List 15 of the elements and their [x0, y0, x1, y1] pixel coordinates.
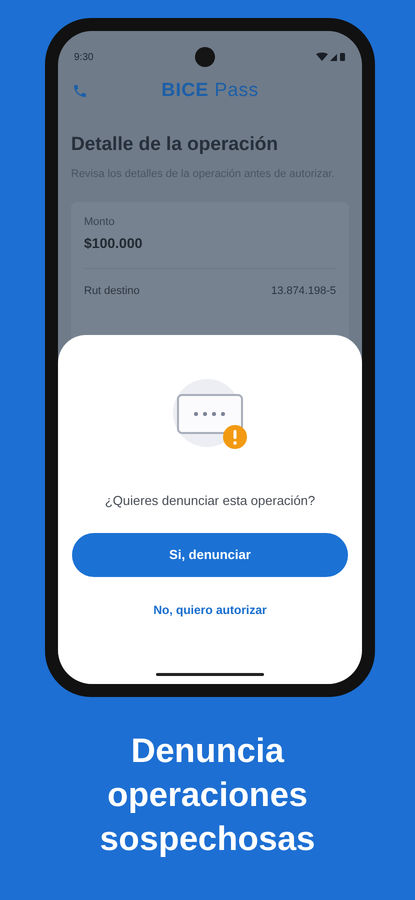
- row-label: Rut destino: [84, 284, 140, 299]
- status-time: 9:30: [74, 50, 94, 64]
- promo-headline: Denuncia operaciones sospechosas: [98, 731, 316, 860]
- amount-value: $100.000: [84, 234, 144, 253]
- warning-card-icon: [172, 379, 248, 451]
- question-text: ¿Quieres denunciar esta operación?: [104, 492, 316, 510]
- amount-label: Monto: [84, 214, 116, 230]
- authorize-link[interactable]: No, quiero autorizar: [153, 600, 267, 618]
- page-title: Detalle de la operación: [71, 133, 279, 157]
- row-value: 13.874.198-5: [271, 284, 336, 299]
- app-logo: BICE Pass: [161, 78, 259, 103]
- camera-hole: [194, 47, 215, 67]
- phone-icon[interactable]: [72, 83, 88, 99]
- report-button[interactable]: Si, denunciar: [72, 532, 348, 576]
- status-icons: [316, 52, 346, 62]
